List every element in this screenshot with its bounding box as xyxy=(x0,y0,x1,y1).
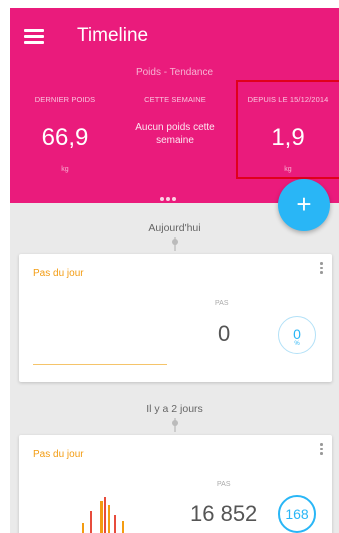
steps-count: 16 852 xyxy=(190,501,258,526)
goal-percent-unit: % xyxy=(294,341,300,347)
steps-bar xyxy=(82,523,84,533)
trend-subtitle: Poids - Tendance xyxy=(135,67,214,78)
steps-label: PAS xyxy=(217,481,231,488)
goal-progress-ring: 0 % xyxy=(278,316,316,354)
steps-bar xyxy=(100,501,103,533)
goal-percent-value: 0 xyxy=(293,326,301,342)
card-title: Pas du jour xyxy=(33,449,84,460)
steps-bar xyxy=(114,515,116,533)
page-title: Timeline xyxy=(77,25,149,46)
steps-bar xyxy=(104,497,106,533)
steps-bar xyxy=(90,511,92,533)
this-week-note: Aucun poids cette semaine xyxy=(135,122,215,146)
plus-icon: + xyxy=(296,189,312,219)
day-label-today: Aujourd'hui xyxy=(148,222,201,234)
hamburger-menu-icon[interactable] xyxy=(24,29,44,45)
goal-percent-value: 168 xyxy=(285,506,309,522)
weight-trend-header: Timeline Poids - Tendance DERNIER POIDS … xyxy=(10,8,339,203)
daily-steps-bars xyxy=(82,497,124,533)
timeline-connector xyxy=(172,418,178,432)
this-week-label: CETTE SEMAINE xyxy=(144,95,206,104)
card-title: Pas du jour xyxy=(33,268,84,279)
app-screen: Timeline Poids - Tendance DERNIER POIDS … xyxy=(10,8,339,533)
last-weight-value: 66,9 xyxy=(41,124,89,151)
page-dot xyxy=(160,197,164,201)
this-week-column[interactable]: CETTE SEMAINE Aucun poids cette semaine xyxy=(125,95,225,147)
highlight-box xyxy=(236,80,339,179)
last-weight-label: DERNIER POIDS xyxy=(34,95,96,104)
steps-bar xyxy=(122,521,124,533)
timeline-connector xyxy=(172,237,178,251)
goal-progress-ring: 168 xyxy=(278,495,316,533)
steps-card-two-days-ago[interactable]: Pas du jour PAS 16 852 168 xyxy=(19,435,332,533)
kebab-menu-icon[interactable] xyxy=(320,262,324,276)
steps-count: 0 xyxy=(218,321,231,346)
page-indicator xyxy=(160,188,178,206)
steps-card-today[interactable]: Pas du jour PAS 0 0 % xyxy=(19,254,332,382)
kebab-menu-icon[interactable] xyxy=(320,443,324,457)
steps-label: PAS xyxy=(215,300,229,307)
steps-chart-baseline xyxy=(33,364,167,365)
day-label-two-days-ago: Il y a 2 jours xyxy=(146,403,203,415)
last-weight-column[interactable]: DERNIER POIDS 66,9 kg xyxy=(15,95,115,173)
page-dot xyxy=(172,197,176,201)
last-weight-unit: kg xyxy=(61,166,69,173)
page-dot xyxy=(166,197,170,201)
steps-bar xyxy=(108,505,110,533)
